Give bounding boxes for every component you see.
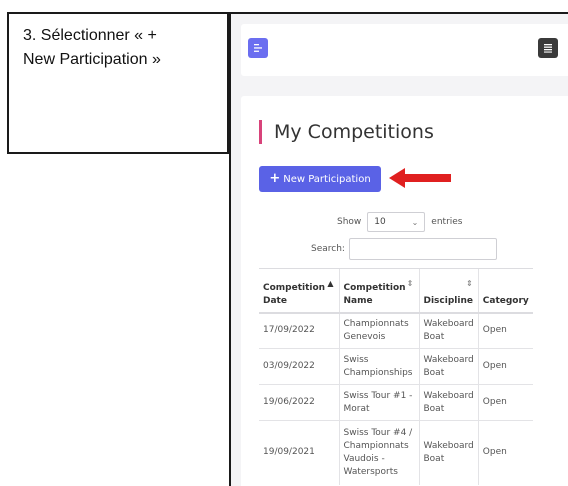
entries-label: entries <box>431 217 463 227</box>
cell-category: Open <box>477 420 533 485</box>
list-icon <box>544 44 552 53</box>
table-row[interactable]: 19/09/2021 Swiss Tour #4 /Championnats V… <box>259 420 533 485</box>
app-screenshot: My Competitions + New Participation Show… <box>229 12 568 486</box>
search-input[interactable] <box>348 238 497 260</box>
sort-asc-icon: ▲ <box>327 279 334 288</box>
align-left-icon <box>254 44 262 52</box>
column-header-name[interactable]: ⇕ Competition Name <box>338 268 419 314</box>
page-title: My Competitions <box>274 121 434 143</box>
column-header-category[interactable]: Category <box>477 268 533 314</box>
cell-discipline: Wakeboard Boat <box>418 312 479 349</box>
column-header-discipline[interactable]: ⇕ Discipline <box>418 268 479 314</box>
instruction-line-2: New Participation » <box>23 51 161 68</box>
entries-select[interactable]: 10 ⌄ <box>367 212 426 232</box>
competitions-card: My Competitions + New Participation Show… <box>241 96 568 486</box>
red-arrow-annotation <box>389 168 451 188</box>
cell-name: Swiss Tour #4 /Championnats Vaudois - Wat… <box>338 420 419 485</box>
table-row[interactable]: 03/09/2022 Swiss Championships Wakeboard B… <box>259 348 533 385</box>
table-row[interactable]: 19/06/2022 Swiss Tour #1 - Morat Wakeboar… <box>259 384 533 421</box>
top-navbar <box>241 24 568 76</box>
cell-discipline: Wakeboard Boat <box>418 348 479 385</box>
cell-date: 03/09/2022 <box>259 348 339 385</box>
show-label: Show <box>337 217 362 227</box>
sort-icon: ⇕ <box>466 279 473 288</box>
entries-select-value: 10 <box>374 217 386 227</box>
plus-icon: + <box>269 171 281 186</box>
new-participation-button[interactable]: + New Participation <box>259 166 381 192</box>
cell-date: 19/06/2022 <box>259 384 339 421</box>
cell-category: Open <box>477 348 533 385</box>
cell-discipline: Wakeboard Boat <box>418 420 479 485</box>
cell-discipline: Wakeboard Boat <box>418 384 479 421</box>
instruction-callout: 3. Sélectionner « + New Participation » <box>7 12 229 154</box>
page-title-row: My Competitions <box>259 118 434 146</box>
cell-name: Swiss Championships <box>338 348 419 385</box>
cell-date: 19/09/2021 <box>259 420 339 485</box>
competitions-table: ▲ Competition Date ⇕ Competition Name ⇕ … <box>259 268 533 485</box>
new-participation-label: New Participation <box>283 173 371 185</box>
cell-date: 17/09/2022 <box>259 312 339 349</box>
table-search: Search: <box>311 238 497 260</box>
column-header-date[interactable]: ▲ Competition Date <box>259 268 339 314</box>
instruction-line-1: 3. Sélectionner « + <box>23 27 157 44</box>
cell-name: Swiss Tour #1 - Morat <box>338 384 419 421</box>
menu-list-button[interactable] <box>538 38 558 58</box>
cell-name: Championnats Genevois <box>338 312 419 349</box>
search-label: Search: <box>311 244 345 254</box>
cell-category: Open <box>477 312 533 349</box>
title-accent-bar <box>259 120 262 144</box>
cell-category: Open <box>477 384 533 421</box>
sort-icon: ⇕ <box>406 279 414 288</box>
entries-length-control: Show 10 ⌄ entries <box>337 212 463 232</box>
table-row[interactable]: 17/09/2022 Championnats Genevois Wakeboar… <box>259 312 533 349</box>
table-header-row: ▲ Competition Date ⇕ Competition Name ⇕ … <box>259 268 533 314</box>
sidebar-toggle-button[interactable] <box>248 38 268 58</box>
chevron-down-icon: ⌄ <box>411 217 419 227</box>
